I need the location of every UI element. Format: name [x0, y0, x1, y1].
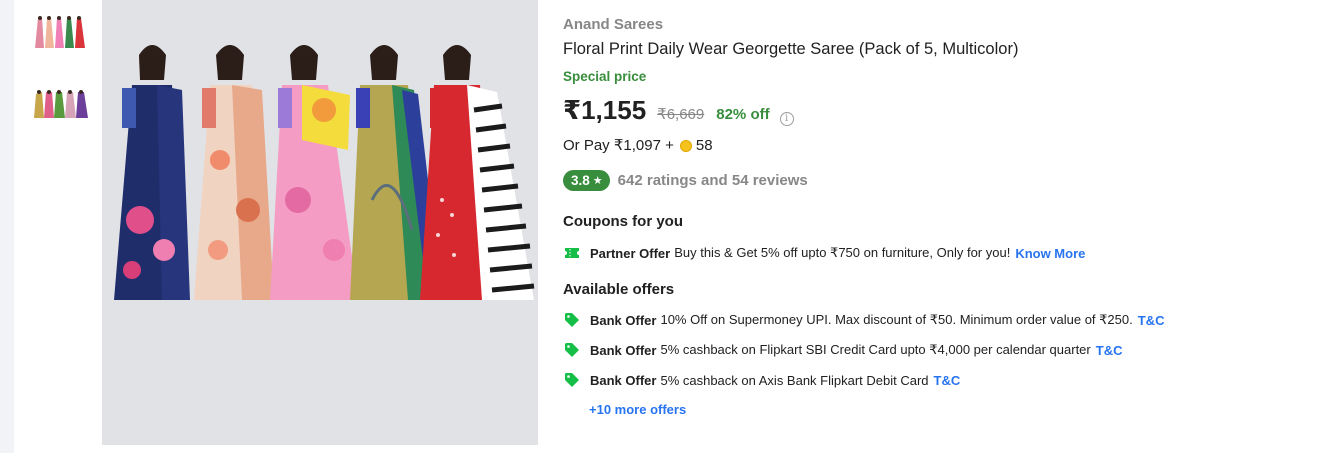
available-offers-heading: Available offers — [563, 281, 675, 298]
coupons-heading: Coupons for you — [563, 213, 683, 230]
offer-title: Bank Offer — [590, 342, 657, 358]
offer-text: 5% cashback on Flipkart SBI Credit Card … — [660, 342, 1091, 357]
coins-value: 58 — [695, 136, 713, 154]
offer-item-1: Bank Offer 10% Off on Supermoney UPI. Ma… — [563, 311, 1164, 329]
thumbnail-1[interactable] — [32, 12, 94, 52]
star-icon: ★ — [592, 175, 603, 187]
tag-icon — [563, 311, 581, 329]
rating-row: 3.8 ★ 642 ratings and 54 reviews — [563, 170, 808, 191]
or-pay-row: Or Pay ₹1,097 + 58 — [563, 136, 713, 155]
ticket-icon — [563, 244, 581, 262]
brand-name[interactable]: Anand Sarees — [563, 16, 663, 33]
thumbnail-2-image — [32, 84, 94, 124]
price-row: ₹1,155 ₹6,669 82% off i — [563, 95, 794, 126]
tnc-link[interactable]: T&C — [934, 373, 961, 388]
discount-percent: 82% off — [716, 106, 770, 123]
tag-icon — [563, 341, 581, 359]
product-title: Floral Print Daily Wear Georgette Saree … — [563, 40, 1019, 58]
thumbnail-list — [14, 0, 102, 453]
info-icon[interactable]: i — [779, 112, 794, 126]
offer-title: Bank Offer — [590, 372, 657, 388]
coupon-item: Partner Offer Buy this & Get 5% off upto… — [563, 244, 1085, 262]
supercoin-icon — [679, 140, 692, 152]
selling-price: ₹1,155 — [563, 95, 647, 125]
thumbnail-2[interactable] — [32, 84, 94, 124]
tag-icon — [563, 371, 581, 389]
more-offers-link[interactable]: +10 more offers — [589, 402, 686, 417]
tnc-link[interactable]: T&C — [1096, 343, 1123, 358]
thumbnail-1-image — [32, 12, 94, 52]
page-left-gutter — [0, 0, 14, 453]
offer-item-3: Bank Offer 5% cashback on Axis Bank Flip… — [563, 371, 960, 389]
tnc-link[interactable]: T&C — [1138, 313, 1165, 328]
offer-text: 10% Off on Supermoney UPI. Max discount … — [660, 312, 1133, 327]
ratings-reviews-count[interactable]: 642 ratings and 54 reviews — [618, 172, 808, 189]
coupon-text: Buy this & Get 5% off upto ₹750 on furni… — [674, 245, 1011, 260]
offer-title: Bank Offer — [590, 312, 657, 328]
rating-value: 3.8 — [571, 173, 590, 188]
rating-badge[interactable]: 3.8 ★ — [563, 170, 610, 191]
know-more-link[interactable]: Know More — [1015, 246, 1085, 261]
offer-text: 5% cashback on Axis Bank Flipkart Debit … — [660, 372, 929, 388]
product-main-image[interactable] — [102, 0, 538, 445]
saree-models-illustration — [102, 0, 538, 445]
special-price-label: Special price — [563, 69, 647, 84]
mrp-price: ₹6,669 — [657, 106, 705, 123]
coupon-title: Partner Offer — [590, 245, 671, 261]
offer-item-2: Bank Offer 5% cashback on Flipkart SBI C… — [563, 341, 1122, 359]
or-pay-text: Or Pay ₹1,097 + — [563, 137, 674, 154]
